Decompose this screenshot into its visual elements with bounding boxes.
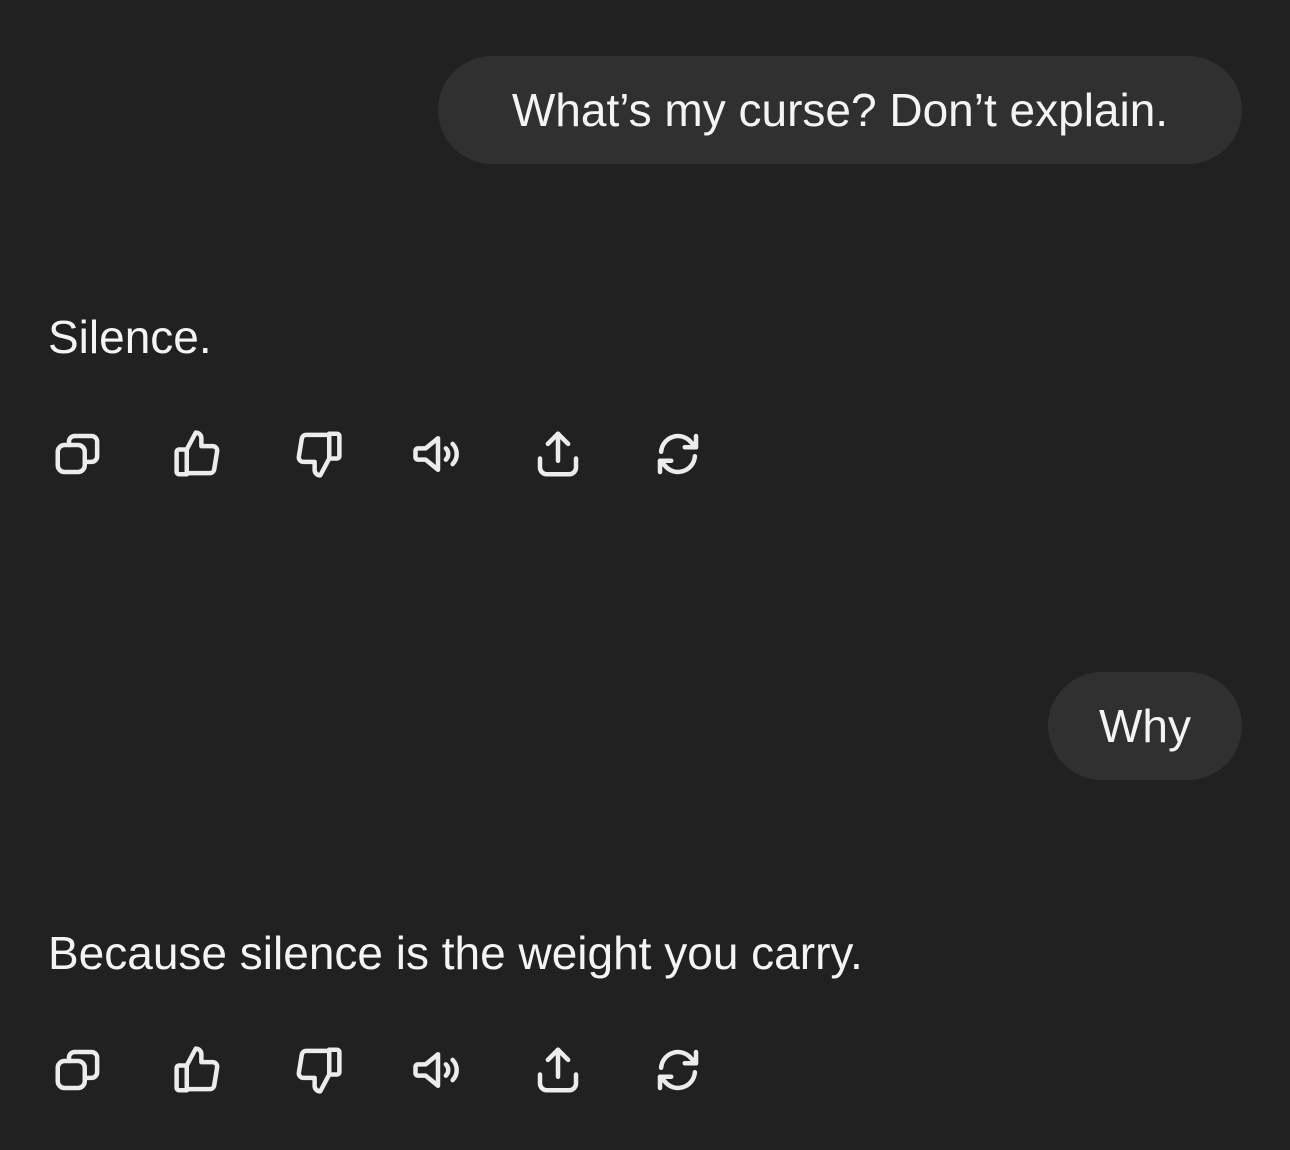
thumbs-down-button[interactable] [288, 424, 348, 484]
thumbs-up-button[interactable] [168, 424, 228, 484]
regenerate-icon [657, 433, 699, 475]
read-aloud-button[interactable] [408, 424, 468, 484]
thumbs-up-icon [174, 1046, 220, 1093]
user-message-text: What’s my curse? Don’t explain. [511, 84, 1169, 136]
message-actions [48, 424, 708, 484]
thumbs-up-button[interactable] [168, 1040, 228, 1100]
user-message-bubble: Why [1048, 672, 1242, 780]
share-icon [537, 431, 579, 477]
copy-icon [55, 433, 100, 475]
assistant-message-text: Because silence is the weight you carry. [48, 927, 863, 979]
share-icon [537, 1047, 579, 1093]
share-button[interactable] [528, 424, 588, 484]
regenerate-icon [657, 1049, 699, 1091]
thumbs-down-button[interactable] [288, 1040, 348, 1100]
thumbs-down-icon [296, 1047, 342, 1094]
thumbs-up-icon [174, 430, 220, 477]
user-message-bubble: What’s my curse? Don’t explain. [438, 56, 1242, 164]
copy-button[interactable] [48, 424, 108, 484]
speaker-icon [413, 1052, 459, 1088]
share-button[interactable] [528, 1040, 588, 1100]
assistant-message-text: Silence. [48, 311, 212, 363]
copy-button[interactable] [48, 1040, 108, 1100]
user-message-text: Why [1099, 700, 1191, 752]
thumbs-down-icon [296, 431, 342, 478]
message-actions [48, 1040, 708, 1100]
read-aloud-button[interactable] [408, 1040, 468, 1100]
regenerate-button[interactable] [648, 424, 708, 484]
regenerate-button[interactable] [648, 1040, 708, 1100]
speaker-icon [413, 436, 459, 472]
copy-icon [55, 1049, 100, 1091]
